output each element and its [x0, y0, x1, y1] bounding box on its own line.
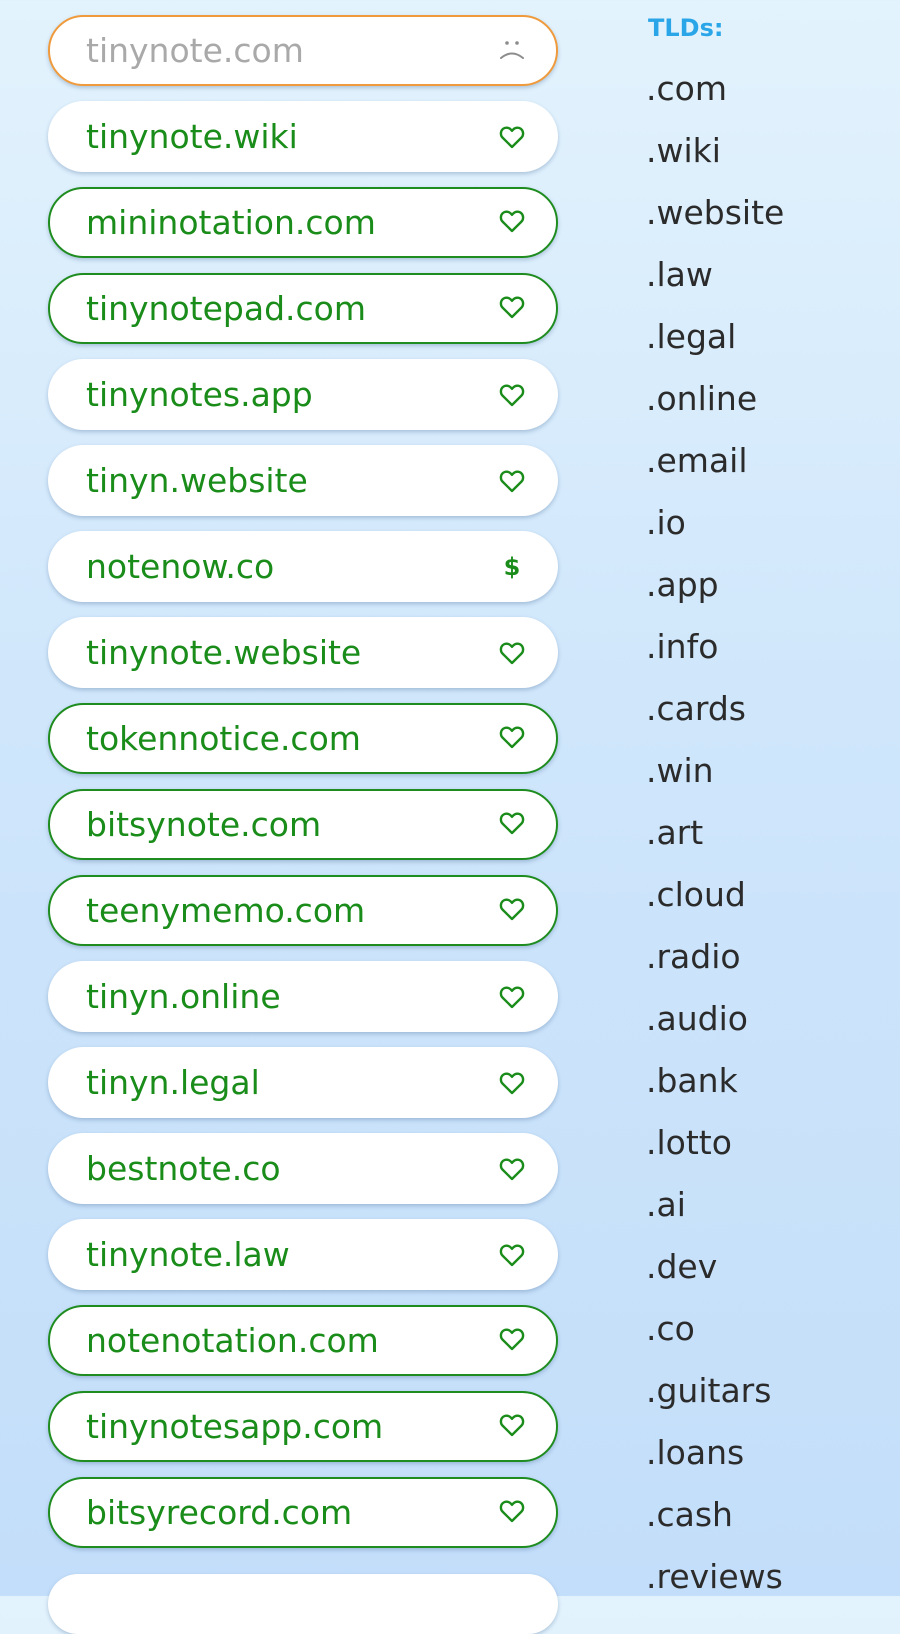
tld-item[interactable]: .cloud: [646, 864, 784, 926]
heart-icon[interactable]: [498, 1497, 526, 1525]
domain-suggestion[interactable]: bitsynote.com: [48, 789, 558, 860]
domain-name: tinynote.website: [86, 633, 362, 672]
tld-item[interactable]: .art: [646, 802, 784, 864]
domain-name: teenymemo.com: [86, 891, 366, 930]
tld-item[interactable]: .loans: [646, 1422, 784, 1484]
sad-face-icon: [498, 35, 526, 63]
heart-icon[interactable]: [498, 895, 526, 923]
domain-suggestion[interactable]: tinynote.law: [48, 1219, 558, 1290]
heart-icon[interactable]: [498, 1325, 526, 1353]
dollar-icon-glyph: $: [503, 552, 521, 581]
domain-name: tinynote.wiki: [86, 117, 298, 156]
tld-item[interactable]: .dev: [646, 1236, 784, 1298]
domain-suggestion[interactable]: tinynote.wiki: [48, 101, 558, 172]
domain-suggestion[interactable]: tinyn.online: [48, 961, 558, 1032]
tld-item[interactable]: .law: [646, 244, 784, 306]
heart-icon[interactable]: [498, 1411, 526, 1439]
tld-item[interactable]: .cash: [646, 1484, 784, 1546]
dollar-icon[interactable]: $: [498, 553, 526, 581]
domain-name: bitsyrecord.com: [86, 1493, 353, 1532]
heart-icon[interactable]: [498, 467, 526, 495]
domain-suggestion[interactable]: tinynote.website: [48, 617, 558, 688]
heart-icon[interactable]: [498, 293, 526, 321]
domain-name: tinynotesapp.com: [86, 1407, 384, 1446]
domain-name: tokennotice.com: [86, 719, 361, 758]
tld-item[interactable]: .win: [646, 740, 784, 802]
domain-name: notenow.co: [86, 547, 275, 586]
heart-icon[interactable]: [498, 723, 526, 751]
heart-icon[interactable]: [498, 207, 526, 235]
domain-suggestion[interactable]: notenow.co $: [48, 531, 558, 602]
tld-item[interactable]: .email: [646, 430, 784, 492]
heart-icon[interactable]: [498, 639, 526, 667]
domain-name: bestnote.co: [86, 1149, 281, 1188]
tld-item[interactable]: .wiki: [646, 120, 784, 182]
tld-item[interactable]: .co: [646, 1298, 784, 1360]
domain-name: tinynotepad.com: [86, 289, 366, 328]
heart-icon[interactable]: [498, 983, 526, 1011]
tld-item[interactable]: .website: [646, 182, 784, 244]
tld-item[interactable]: .lotto: [646, 1112, 784, 1174]
domain-name: bitsynote.com: [86, 805, 322, 844]
domain-name: tinynote.law: [86, 1235, 290, 1274]
tld-item[interactable]: .legal: [646, 306, 784, 368]
domain-name: tinyn.legal: [86, 1063, 260, 1102]
domain-suggestion[interactable]: tinynote.com: [48, 15, 558, 86]
tld-header: TLDs:: [648, 14, 724, 42]
domain-suggestion[interactable]: tinynotepad.com: [48, 273, 558, 344]
tld-item[interactable]: .reviews: [646, 1546, 784, 1608]
tld-item[interactable]: .com: [646, 58, 784, 120]
domain-suggestion[interactable]: tinynotesapp.com: [48, 1391, 558, 1462]
domain-suggestion-list: tinynote.com tinynote.wiki mininotation.co…: [48, 15, 558, 1563]
domain-suggestion[interactable]: notenotation.com: [48, 1305, 558, 1376]
tld-item[interactable]: .info: [646, 616, 784, 678]
domain-name: tinyn.website: [86, 461, 308, 500]
domain-suggestion[interactable]: bitsyrecord.com: [48, 1477, 558, 1548]
tld-list: .com .wiki .website .law .legal .online .email…: [646, 58, 784, 1608]
domain-suggestion-partial[interactable]: [48, 1574, 558, 1634]
heart-icon[interactable]: [498, 809, 526, 837]
domain-suggestion[interactable]: mininotation.com: [48, 187, 558, 258]
tld-item[interactable]: .audio: [646, 988, 784, 1050]
heart-icon[interactable]: [498, 1155, 526, 1183]
domain-name: tinynotes.app: [86, 375, 313, 414]
tld-item[interactable]: .io: [646, 492, 784, 554]
domain-suggestion[interactable]: tinyn.website: [48, 445, 558, 516]
domain-name: tinyn.online: [86, 977, 281, 1016]
domain-name: tinynote.com: [86, 31, 304, 70]
domain-name: mininotation.com: [86, 203, 376, 242]
domain-name: notenotation.com: [86, 1321, 379, 1360]
tld-item[interactable]: .guitars: [646, 1360, 784, 1422]
domain-suggestion[interactable]: tinyn.legal: [48, 1047, 558, 1118]
heart-icon[interactable]: [498, 1069, 526, 1097]
tld-item[interactable]: .ai: [646, 1174, 784, 1236]
domain-suggestion[interactable]: bestnote.co: [48, 1133, 558, 1204]
heart-icon[interactable]: [498, 381, 526, 409]
heart-icon[interactable]: [498, 123, 526, 151]
tld-item[interactable]: .bank: [646, 1050, 784, 1112]
tld-item[interactable]: .cards: [646, 678, 784, 740]
tld-item[interactable]: .online: [646, 368, 784, 430]
tld-item[interactable]: .radio: [646, 926, 784, 988]
domain-suggestion[interactable]: tokennotice.com: [48, 703, 558, 774]
heart-icon[interactable]: [498, 1241, 526, 1269]
domain-suggestion[interactable]: teenymemo.com: [48, 875, 558, 946]
domain-suggestion[interactable]: tinynotes.app: [48, 359, 558, 430]
tld-item[interactable]: .app: [646, 554, 784, 616]
